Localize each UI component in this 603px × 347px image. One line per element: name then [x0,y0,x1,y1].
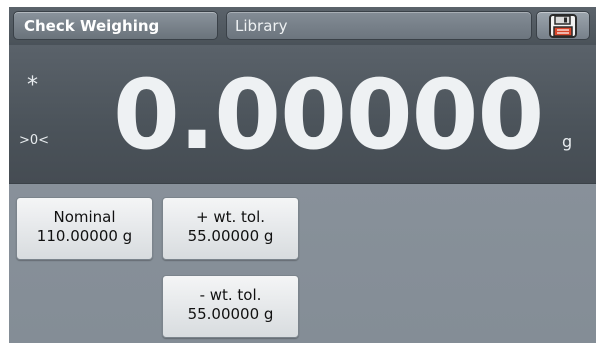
library-field[interactable]: Library [226,11,532,40]
header-bar: Check Weighing Library [9,7,596,45]
nominal-value: 110.00000 g [36,227,133,245]
plus-tolerance-value: 55.00000 g [187,227,274,245]
floppy-disk-icon [549,14,577,38]
balance-screen: Check Weighing Library * >0< 0.00000 g N… [9,7,596,343]
stable-indicator: * [27,73,38,98]
plus-tolerance-label: + wt. tol. [195,208,266,226]
weight-value: 0.00000 [113,59,544,171]
zero-indicator: >0< [19,133,50,148]
weight-display: * >0< 0.00000 g [9,45,596,184]
nominal-label: Nominal [53,208,116,226]
minus-tolerance-value: 55.00000 g [187,305,274,323]
nominal-button[interactable]: Nominal 110.00000 g [16,197,153,260]
app-title-tab[interactable]: Check Weighing [13,11,218,40]
save-button[interactable] [536,11,590,40]
minus-tolerance-label: - wt. tol. [199,286,262,304]
unit-label[interactable]: g [562,133,572,151]
minus-tolerance-button[interactable]: - wt. tol. 55.00000 g [162,275,299,338]
plus-tolerance-button[interactable]: + wt. tol. 55.00000 g [162,197,299,260]
